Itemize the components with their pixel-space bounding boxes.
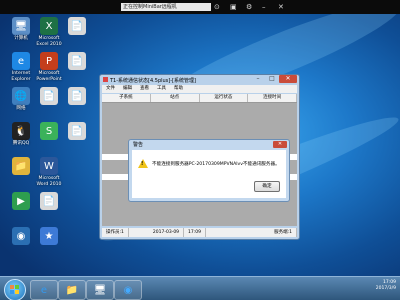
settings-icon[interactable]: ⚙	[246, 3, 252, 11]
desktop-icon-label-line2: PowerPoint	[36, 77, 62, 83]
dialog-close-button[interactable]: ✕	[273, 141, 287, 148]
app-menubar: 文件 编辑 查看 工具 帮助	[102, 85, 297, 93]
table-header: 子系统 站点 运行状态 连接时间	[102, 94, 297, 103]
menu-help[interactable]: 帮助	[174, 85, 183, 93]
desktop: 🖥 计算机 e Internet Explorer 🌐 网络 🐧 腾讯QQ 📁 ▶ ◉ X Microso…	[0, 14, 400, 300]
desktop-icon-glyph: ★	[40, 227, 58, 245]
desktop-icon[interactable]: 📄	[58, 122, 96, 141]
desktop-icon-label-line2: Word 2010	[36, 182, 62, 188]
status-server: 服务端:1	[270, 228, 297, 237]
desktop-icon[interactable]: 📄	[58, 17, 96, 36]
col-connect-time[interactable]: 连接时间	[248, 94, 297, 102]
start-button[interactable]	[4, 279, 26, 300]
desktop-icon[interactable]: 📄	[58, 52, 96, 71]
desktop-icon-glyph: W	[40, 157, 58, 175]
dialog-body: ! 不能连接到服务器PC-20170309MPVNAlvv不能通讯服务器。 确定	[132, 150, 286, 198]
col-subsystem[interactable]: 子系统	[102, 94, 151, 102]
app-statusbar: 操作员:1 2017-03-09 17:09 服务端:1	[102, 228, 297, 237]
pin-icon[interactable]: ⊙	[214, 3, 220, 11]
desktop-icon-glyph: X	[40, 17, 58, 35]
col-site[interactable]: 站点	[151, 94, 200, 102]
desktop-icon-glyph: 📄	[68, 122, 86, 140]
desktop-icon-glyph: 🖥	[12, 17, 30, 35]
desktop-icon-label: Microsoft	[38, 176, 60, 181]
desktop-icon[interactable]: 📄	[58, 87, 96, 106]
taskbar-folder-icon[interactable]: 📁	[58, 280, 86, 300]
desktop-icon-glyph: 🐧	[12, 122, 30, 140]
desktop-icon-glyph: 📄	[68, 87, 86, 105]
close-icon[interactable]: ✕	[279, 75, 297, 83]
remote-caption: 正在控制MiniBar远程机	[121, 3, 211, 11]
menu-tools[interactable]: 工具	[157, 85, 166, 93]
desktop-icon-label: 腾讯QQ	[12, 141, 30, 146]
tray-date: 2017/3/9	[375, 286, 396, 291]
app-title: T1-系统通信状态[4.5plus]-[系统管理]	[110, 78, 196, 84]
taskbar-app-icon[interactable]: 🖥	[86, 280, 114, 300]
status-time: 17:09	[184, 228, 207, 237]
desktop-icon-glyph: 📄	[40, 87, 58, 105]
desktop-icon-label: Microsoft	[38, 36, 60, 41]
desktop-icon-glyph: 📄	[68, 52, 86, 70]
desktop-icon[interactable]: 📄	[30, 192, 68, 211]
desktop-icon-glyph: 📁	[12, 157, 30, 175]
menu-edit[interactable]: 编辑	[123, 85, 132, 93]
minimize-icon[interactable]: –	[251, 75, 265, 83]
desktop-icon-glyph: S	[40, 122, 58, 140]
ok-button[interactable]: 确定	[254, 181, 280, 192]
maximize-icon[interactable]: □	[265, 75, 279, 83]
taskbar-program-icon[interactable]: ◉	[114, 280, 142, 300]
desktop-icon-glyph: 🌐	[12, 87, 30, 105]
warning-dialog[interactable]: 警告 ✕ ! 不能连接到服务器PC-20170309MPVNAlvv不能通讯服务…	[128, 139, 290, 202]
app-titlebar[interactable]: T1-系统通信状态[4.5plus]-[系统管理] – □ ✕	[100, 75, 299, 85]
desktop-icon[interactable]: W Microsoft Word 2010	[30, 157, 68, 187]
desktop-icon-label: Microsoft	[38, 71, 60, 76]
col-status[interactable]: 运行状态	[200, 94, 249, 102]
dialog-title: 警告	[133, 142, 144, 148]
desktop-icon-glyph: e	[12, 52, 30, 70]
desktop-icon-label: 网络	[16, 106, 26, 111]
windows-logo-icon	[10, 285, 20, 295]
desktop-icon-glyph: P	[40, 52, 58, 70]
status-operator: 操作员:1	[102, 228, 129, 237]
desktop-icon-glyph: 📄	[40, 192, 58, 210]
system-tray-clock[interactable]: 17:09 2017/3/9	[376, 280, 396, 292]
menu-file[interactable]: 文件	[106, 85, 115, 93]
status-date: 2017-03-09	[149, 228, 185, 237]
desktop-icon[interactable]: ★	[30, 227, 68, 246]
minimize-icon[interactable]: –	[262, 3, 266, 11]
close-icon[interactable]: ✕	[278, 3, 284, 11]
remote-control-bar: 正在控制MiniBar远程机 ⊙ ▣ ⚙ – ✕	[0, 0, 400, 14]
desktop-icon-glyph: ◉	[12, 227, 30, 245]
dialog-message: 不能连接到服务器PC-20170309MPVNAlvv不能通讯服务器。	[152, 162, 280, 167]
menu-view[interactable]: 查看	[140, 85, 149, 93]
taskbar-ie-icon[interactable]: e	[30, 280, 58, 300]
screen-icon[interactable]: ▣	[230, 3, 237, 11]
desktop-icon-glyph: 📄	[68, 17, 86, 35]
app-icon	[103, 77, 108, 82]
warning-icon-mark: !	[141, 161, 144, 167]
desktop-icon-glyph: ▶	[12, 192, 30, 210]
desktop-icon-label-line2: Excel 2010	[36, 42, 62, 48]
taskbar: e 📁 🖥 ◉ 17:09 2017/3/9	[0, 276, 400, 300]
